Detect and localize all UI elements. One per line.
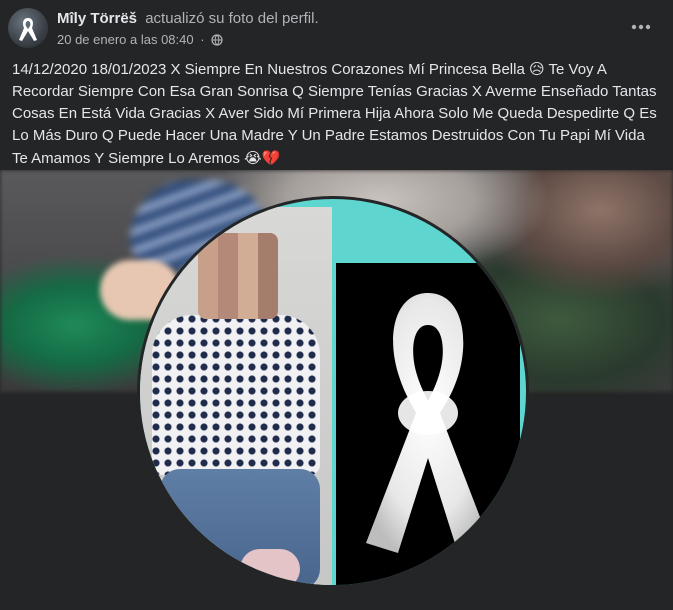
ellipsis-icon <box>631 24 651 30</box>
child-photo-panel <box>140 207 332 585</box>
post-action-text: actualizó su foto del perfil. <box>145 10 319 27</box>
black-ribbon-icon <box>19 18 37 41</box>
profile-photo-image[interactable] <box>0 170 673 610</box>
globe-icon[interactable] <box>211 34 223 46</box>
post-meta: 20 de enero a las 08:40 · <box>57 32 223 47</box>
child-shoe <box>240 549 300 585</box>
post-card: Mîly Törrëš actualizó su foto del perfil… <box>0 0 673 610</box>
white-ribbon-icon <box>366 293 490 553</box>
profile-picture-content <box>140 199 526 585</box>
post-timestamp-link[interactable]: 20 de enero a las 08:40 <box>57 32 194 47</box>
author-avatar[interactable] <box>8 8 48 48</box>
pixelated-face <box>198 233 278 319</box>
post-title-line: Mîly Törrëš actualizó su foto del perfil… <box>57 10 319 27</box>
author-name-link[interactable]: Mîly Törrëš <box>57 10 137 27</box>
child-jacket <box>152 315 320 475</box>
crying-broken-heart-emoji: 😭💔 <box>244 149 281 167</box>
meta-separator: · <box>200 32 205 47</box>
profile-picture-circle <box>137 196 529 588</box>
post-header: Mîly Törrëš actualizó su foto del perfil… <box>0 0 673 55</box>
mourning-ribbon-panel <box>336 263 520 585</box>
sad-face-emoji: 😥 <box>528 60 545 78</box>
caption-text-part-1: 14/12/2020 18/01/2023 X Siempre En Nuest… <box>12 61 529 78</box>
more-options-button[interactable] <box>623 14 659 42</box>
post-caption: 14/12/2020 18/01/2023 X Siempre En Nuest… <box>12 58 660 170</box>
